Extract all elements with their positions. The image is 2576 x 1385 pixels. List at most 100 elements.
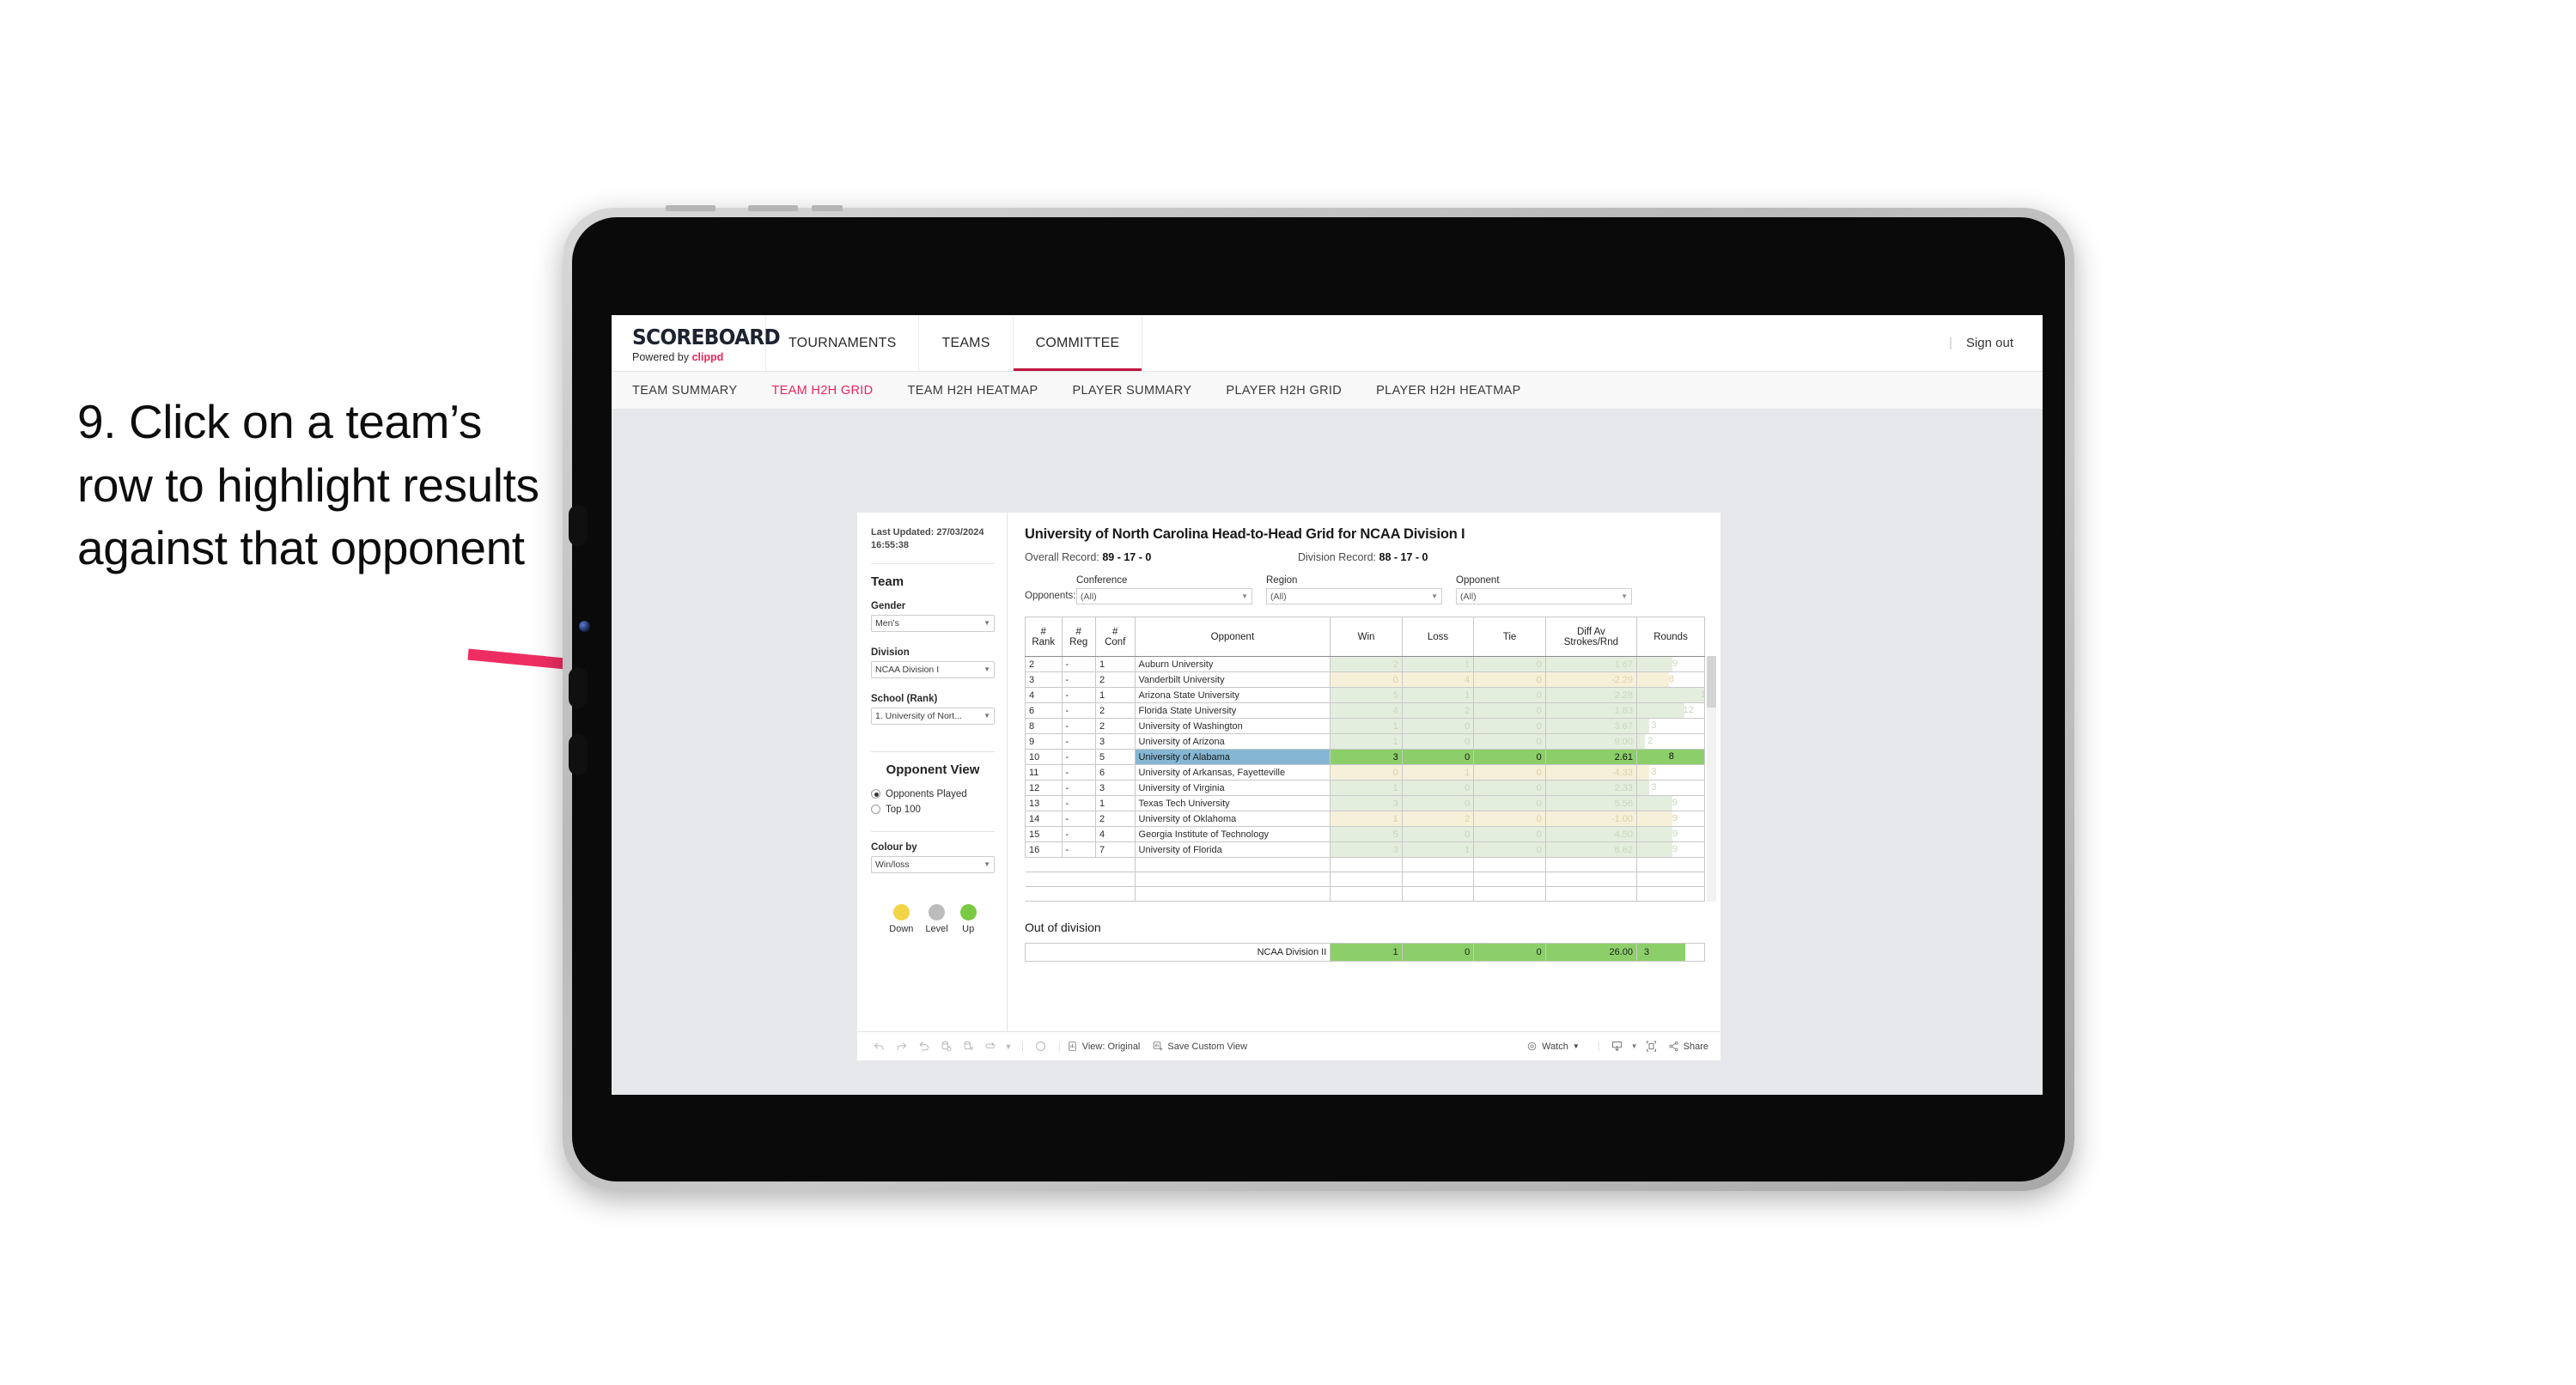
- subnav-item-team-h2h-heatmap[interactable]: TEAM H2H HEATMAP: [908, 384, 1057, 398]
- cell-diff: 9.00: [1544, 733, 1638, 750]
- col-header-opponent[interactable]: Opponent: [1134, 617, 1331, 657]
- cell-empty: [1401, 886, 1475, 902]
- subnav-item-player-h2h-heatmap[interactable]: PLAYER H2H HEATMAP: [1376, 384, 1540, 398]
- undo-icon[interactable]: [868, 1040, 890, 1053]
- download-icon[interactable]: [1606, 1040, 1629, 1053]
- filter-region-select[interactable]: (All) ▼: [1266, 588, 1442, 604]
- cell-win: 1: [1330, 811, 1403, 827]
- cell-opponent: University of Arkansas, Fayetteville: [1134, 764, 1331, 781]
- table-row[interactable]: 13-1 Texas Tech University 3 0 0 5.56 9: [1025, 795, 1705, 811]
- table-row[interactable]: 9-3 University of Arizona 1 0 0 9.00 2: [1025, 733, 1705, 750]
- cell-empty: [1544, 857, 1638, 872]
- cell-loss: 0: [1401, 780, 1475, 796]
- ood-diff: 26.00: [1544, 943, 1638, 962]
- gender-select[interactable]: Men’s ▼: [871, 614, 995, 632]
- cell-win: 1: [1330, 733, 1403, 750]
- col-header-tie[interactable]: Tie: [1473, 617, 1546, 657]
- col-header-loss[interactable]: Loss: [1401, 617, 1475, 657]
- overall-record: Overall Record: 89 - 17 - 0: [1025, 551, 1298, 563]
- division-record-label: Division Record:: [1298, 551, 1377, 563]
- table-row[interactable]: 2-1 Auburn University 2 1 0 1.67 9: [1025, 656, 1705, 672]
- fullscreen-icon[interactable]: [1641, 1040, 1663, 1053]
- table-row[interactable]: 14-2 University of Oklahoma 1 2 0 -1.00 9: [1025, 811, 1705, 827]
- radio-opponents-played[interactable]: Opponents Played: [871, 789, 995, 799]
- cell-win: 3: [1330, 841, 1403, 858]
- division-select[interactable]: NCAA Division I ▼: [871, 660, 995, 678]
- refresh-data-icon[interactable]: [935, 1040, 957, 1053]
- subnav-item-player-summary[interactable]: PLAYER SUMMARY: [1072, 384, 1210, 398]
- division-record-value: 88 - 17 - 0: [1379, 551, 1428, 563]
- col-header-rounds[interactable]: Rounds: [1636, 617, 1705, 657]
- watch-label: Watch: [1542, 1041, 1568, 1052]
- cell-reg: -: [1061, 733, 1096, 750]
- cell-rank: 16: [1025, 841, 1063, 858]
- col-header-reg[interactable]: # Reg: [1061, 617, 1096, 657]
- col-header-conf[interactable]: # Conf: [1094, 617, 1136, 657]
- subnav-item-player-h2h-grid[interactable]: PLAYER H2H GRID: [1226, 384, 1361, 398]
- table-row-empty: [1025, 872, 1705, 887]
- table-row[interactable]: 15-4 Georgia Institute of Technology 5 0 0 4.…: [1025, 826, 1705, 842]
- signout-link[interactable]: Sign out: [1966, 336, 2013, 350]
- nav-item-tournaments[interactable]: TOURNAMENTS: [766, 315, 920, 371]
- revert-icon[interactable]: [912, 1040, 935, 1053]
- cell-win: 3: [1330, 749, 1403, 765]
- cell-rounds: 9: [1636, 795, 1705, 811]
- grid-scrollbar-thumb[interactable]: [1707, 656, 1716, 708]
- table-row[interactable]: 6-2 Florida State University 4 2 0 1.83 12: [1025, 702, 1705, 719]
- cell-loss: 0: [1401, 826, 1475, 842]
- filter-opponent-value: (All): [1460, 591, 1477, 602]
- cell-empty: [1636, 872, 1705, 887]
- cell-diff: 1.83: [1544, 702, 1638, 719]
- chevron-down-icon[interactable]: ▼: [1629, 1042, 1641, 1050]
- nav-item-teams[interactable]: TEAMS: [919, 315, 1014, 371]
- cell-empty: [1401, 872, 1475, 887]
- out-of-division-row[interactable]: NCAA Division II 1 0 0 26.00 3: [1024, 943, 1705, 962]
- radio-icon: [871, 805, 880, 815]
- app-header: SCOREBOARD Powered by clippd TOURNAMENTS…: [612, 315, 2043, 372]
- cell-empty: [1062, 872, 1096, 887]
- cell-tie: 0: [1473, 811, 1546, 827]
- cell-empty: [1095, 886, 1136, 902]
- table-row[interactable]: 16-7 University of Florida 3 1 0 6.62 9: [1025, 841, 1705, 858]
- cell-loss: 0: [1401, 749, 1475, 765]
- cell-rank: 11: [1025, 764, 1063, 781]
- col-header-win[interactable]: Win: [1330, 617, 1403, 657]
- colour-by-select[interactable]: Win/loss ▼: [871, 855, 995, 873]
- view-original-button[interactable]: View: Original: [1067, 1041, 1140, 1052]
- brand-logo[interactable]: SCOREBOARD Powered by clippd: [612, 315, 781, 371]
- chevron-down-icon[interactable]: ▼: [1002, 1042, 1015, 1051]
- table-row[interactable]: 4-1 Arizona State University 5 1 0 2.28 17: [1025, 687, 1711, 703]
- share-label: Share: [1683, 1041, 1708, 1052]
- save-custom-view-button[interactable]: Save Custom View: [1152, 1041, 1247, 1052]
- device-button-top-2: [748, 205, 798, 211]
- cell-conf: 6: [1094, 764, 1136, 781]
- cell-conf: 3: [1094, 733, 1136, 750]
- filter-conference-select[interactable]: (All) ▼: [1076, 588, 1252, 604]
- cell-rank: 14: [1025, 811, 1063, 827]
- nav-item-committee[interactable]: COMMITTEE: [1013, 315, 1143, 371]
- chevron-down-icon: ▼: [984, 860, 990, 869]
- filter-opponent-select[interactable]: (All) ▼: [1456, 588, 1632, 604]
- subnav-item-team-summary[interactable]: TEAM SUMMARY: [632, 384, 756, 398]
- school-select[interactable]: 1. University of Nort... ▼: [871, 707, 995, 725]
- device-button-top-3: [812, 205, 843, 211]
- radio-top-100[interactable]: Top 100: [871, 805, 995, 815]
- redo-icon[interactable]: [890, 1040, 912, 1053]
- cell-reg: -: [1061, 718, 1096, 734]
- pause-data-icon[interactable]: [957, 1040, 979, 1053]
- table-row[interactable]: 10-5 University of Alabama 3 0 0 2.61 8: [1025, 749, 1705, 765]
- workbook-panel: Last Updated: 27/03/2024 16:55:38 Team G…: [857, 513, 1720, 1060]
- col-header-rank[interactable]: # Rank: [1025, 617, 1063, 657]
- highlight-icon[interactable]: [1030, 1040, 1052, 1053]
- subnav-item-team-h2h-grid[interactable]: TEAM H2H GRID: [771, 384, 892, 398]
- table-row[interactable]: 11-6 University of Arkansas, Fayetteville…: [1025, 764, 1705, 781]
- col-header-diff[interactable]: Diff Av Strokes/Rnd: [1544, 617, 1638, 657]
- pause-auto-update-icon[interactable]: [979, 1040, 1002, 1053]
- table-row[interactable]: 3-2 Vanderbilt University 0 4 0 -2.29 8: [1025, 671, 1705, 688]
- signout-area: | Sign out: [1949, 315, 2043, 371]
- table-row[interactable]: 12-3 University of Virginia 1 0 0 2.33 3: [1025, 780, 1705, 796]
- share-button[interactable]: Share: [1668, 1041, 1708, 1052]
- table-row[interactable]: 8-2 University of Washington 1 0 0 3.67 3: [1025, 718, 1705, 734]
- watch-button[interactable]: Watch ▼: [1526, 1041, 1580, 1052]
- filter-opponent-label: Opponent: [1456, 575, 1500, 586]
